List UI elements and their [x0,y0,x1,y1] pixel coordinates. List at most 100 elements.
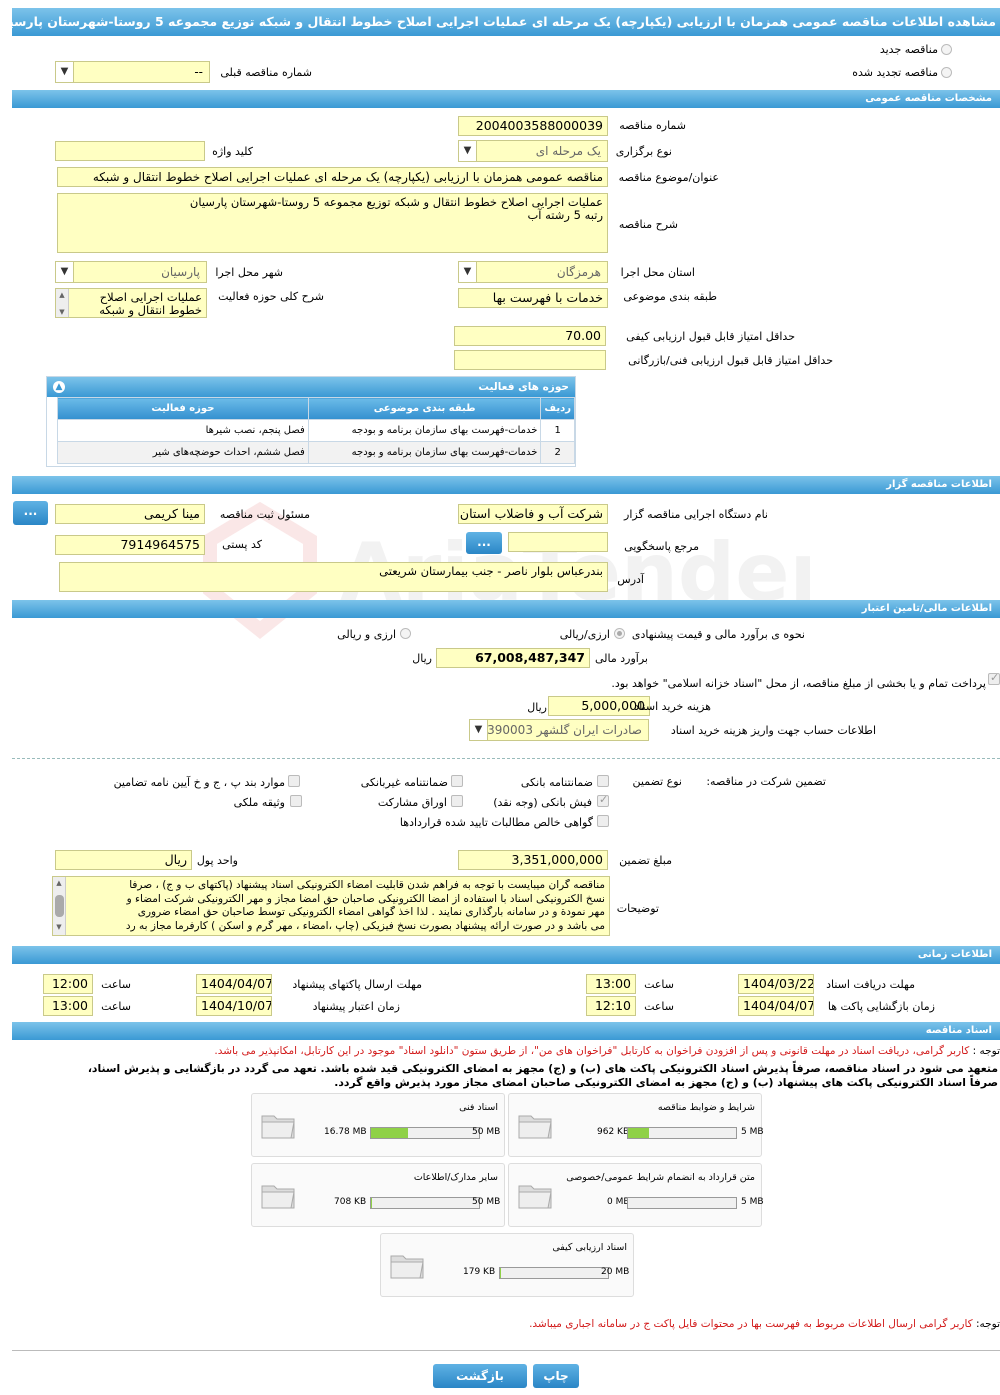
doc-card-progress [370,1127,480,1139]
description-textarea[interactable]: عملیات اجرایی اصلاح خطوط انتقال و شبکه ت… [57,193,608,253]
doc-card-contract[interactable]: متن قرارداد به انضمام شرایط عمومی/خصوصی … [508,1163,764,1227]
min-quality-field: 70.00 [454,326,606,346]
property-guarantee-checkbox[interactable] [290,795,302,807]
guarantee-amount-label: مبلغ تضمین [619,854,672,867]
guarantee-type-label: نوع تضمین [632,775,682,788]
new-tender-radio[interactable] [941,44,952,55]
description-line: عملیات اجرایی اصلاح خطوط انتقال و شبکه ت… [189,195,603,209]
tender-no-label: شماره مناقصه [619,119,686,132]
commitment-line-1: متعهد می شود در اسناد مناقصه، صرفاً پذیر… [87,1062,998,1075]
account-value: صادرات ایران گلشهر 390003 [487,723,642,737]
subject-field[interactable]: مناقصه عمومی همزمان با ارزیابی (یکپارچه)… [57,167,608,187]
notes-textarea[interactable]: ▲ ▼ مناقصه گران میبایست با توجه به فراهم … [52,876,610,936]
cell-activity: فصل پنجم، نصب شیرها [57,419,309,442]
chevron-down-icon: ▼ [459,262,477,282]
description-label: شرح مناقصه [618,218,678,231]
activity-panel-header: حوزه های فعالیت ▲ [47,377,575,397]
scrollbar[interactable]: ▲ ▼ [53,877,66,935]
rial-radio[interactable] [614,628,625,639]
activity-table: حوزه فعالیت طبقه بندی موضوعی ردیف فصل پن… [57,397,575,464]
min-quality-label: حداقل امتیاز قابل قبول ارزیابی کیفی [626,330,795,343]
doc-card-used: 16.78 MB [324,1127,367,1137]
chevron-down-icon: ▼ [56,62,74,82]
cash-guarantee-checkbox[interactable] [597,793,609,807]
registrar-lookup-button[interactable]: ... [13,501,48,525]
doc-card-terms[interactable]: شرایط و ضوابط مناقصه 962 KB 5 MB [508,1093,764,1157]
folder-icon [518,1115,552,1139]
receive-time-field: 13:00 [586,974,636,994]
fx-label: ارزی و ریالی [337,628,396,641]
doc-card-progress-fill [500,1268,502,1278]
bank-guarantee-checkbox[interactable] [597,775,609,787]
doc-card-progress [627,1127,737,1139]
doc-card-progress [627,1197,737,1209]
items-guarantee-checkbox[interactable] [288,775,300,787]
cell-category: خدمات-فهرست بهای سازمان برنامه و بودجه [307,441,542,464]
window-title: مشاهده اطلاعات مناقصه عمومی همزمان با ار… [12,8,1000,36]
open-time-label: ساعت [644,1000,674,1013]
doc-card-max: 5 MB [741,1197,764,1207]
col-row: ردیف [540,397,575,420]
section-general: مشخصات مناقصه عمومی [12,90,1000,108]
activity-line: خطوط انتقال و شبکه توزیع [99,303,202,318]
currency-label: واحد پول [196,854,238,867]
doc-card-max: 50 MB [472,1197,501,1207]
org-field: شرکت آب و فاضلاب استان [458,504,608,524]
section-documents: اسناد مناقصه [12,1022,1000,1040]
ref-label: مرجع پاسخگویی [624,540,699,553]
doc-card-title: سایر مدارک/اطلاعات [413,1172,498,1183]
doc-card-title: اسناد فنی [459,1102,498,1113]
table-header-row: حوزه فعالیت طبقه بندی موضوعی ردیف [57,397,575,420]
chevron-down-icon: ▼ [459,141,477,161]
receivable-guarantee-checkbox[interactable] [597,815,609,827]
section-financial: اطلاعات مالی/تامین اعتبار [12,600,1000,618]
notes-line: مناقصه گران میبایست با توجه به فراهم شدن… [129,879,605,891]
min-tech-label: حداقل امتیاز قابل قبول ارزیابی فنی/بازرگ… [628,354,833,367]
renewed-tender-label: مناقصه تجدید شده [852,66,938,79]
nonbank-guarantee-checkbox[interactable] [451,775,463,787]
doc-card-other[interactable]: سایر مدارک/اطلاعات 708 KB 50 MB [251,1163,505,1227]
registrar-label: مسئول ثبت مناقصه [219,508,310,521]
open-label: زمان بازگشایی پاکت ها [827,1000,935,1013]
doc-card-used: 962 KB [597,1127,630,1137]
open-date-field: 1404/04/07 [738,996,814,1016]
bonds-guarantee-checkbox[interactable] [451,795,463,807]
ref-lookup-button[interactable]: ... [466,532,502,554]
doc-card-progress-fill [371,1198,373,1208]
back-button[interactable]: بازگشت [433,1364,527,1388]
cell-row: 2 [540,441,575,464]
docs-note-1: توجه : کاربر گرامی، دریافت اسناد در مهلت… [214,1045,1000,1057]
type-select[interactable]: ▼ یک مرحله ای [458,140,608,162]
renewed-tender-radio[interactable] [941,67,952,78]
doc-card-technical[interactable]: اسناد فنی 16.78 MB 50 MB [251,1093,505,1157]
prev-tender-select[interactable]: ▼ -- [55,61,210,83]
receive-label: مهلت دریافت اسناد [826,978,915,991]
scrollbar[interactable]: ▲ ▼ [56,289,69,317]
divider [12,758,1000,759]
treasury-checkbox[interactable] [988,671,1000,685]
chevron-down-icon: ▼ [470,720,488,740]
keyword-field[interactable] [55,141,205,161]
province-select[interactable]: ▼ هرمزگان [458,261,608,283]
submit-time-label: ساعت [101,978,131,991]
city-select[interactable]: ▼ پارسیان [55,261,207,283]
validity-label: زمان اعتبار پیشنهاد [312,1000,400,1013]
notes-line: نسخ الکترونیکی اسناد با استفاده از امضا … [126,892,605,905]
new-tender-label: مناقصه جدید [879,43,938,56]
doc-card-progress-fill [371,1128,408,1138]
activity-textarea[interactable]: ▲ ▼ عملیات اجرایی اصلاح خطوط انتقال و شبک… [55,288,207,318]
docs-note-2-prefix: توجه: [975,1318,1000,1330]
cash-guarantee-label: فیش بانکی (وجه نقد) [493,796,592,809]
collapse-icon[interactable]: ▲ [53,381,65,393]
estimate-unit: ریال [412,652,432,665]
doc-card-quality[interactable]: اسناد ارزیابی کیفی 179 KB 20 MB [380,1233,634,1297]
doc-card-max: 50 MB [472,1127,501,1137]
table-row: فصل ششم، احداث حوضچه‌های شیر خدمات-فهرست… [57,441,575,464]
fx-radio[interactable] [400,628,411,639]
tender-no-field: 2004003588000039 [458,116,608,136]
scrollbar-thumb[interactable] [54,894,64,917]
activity-panel-title: حوزه های فعالیت [478,381,569,393]
account-select[interactable]: ▼ صادرات ایران گلشهر 390003 [469,719,649,741]
validity-date-field: 1404/10/07 [196,996,272,1016]
print-button[interactable]: چاپ [533,1364,579,1388]
